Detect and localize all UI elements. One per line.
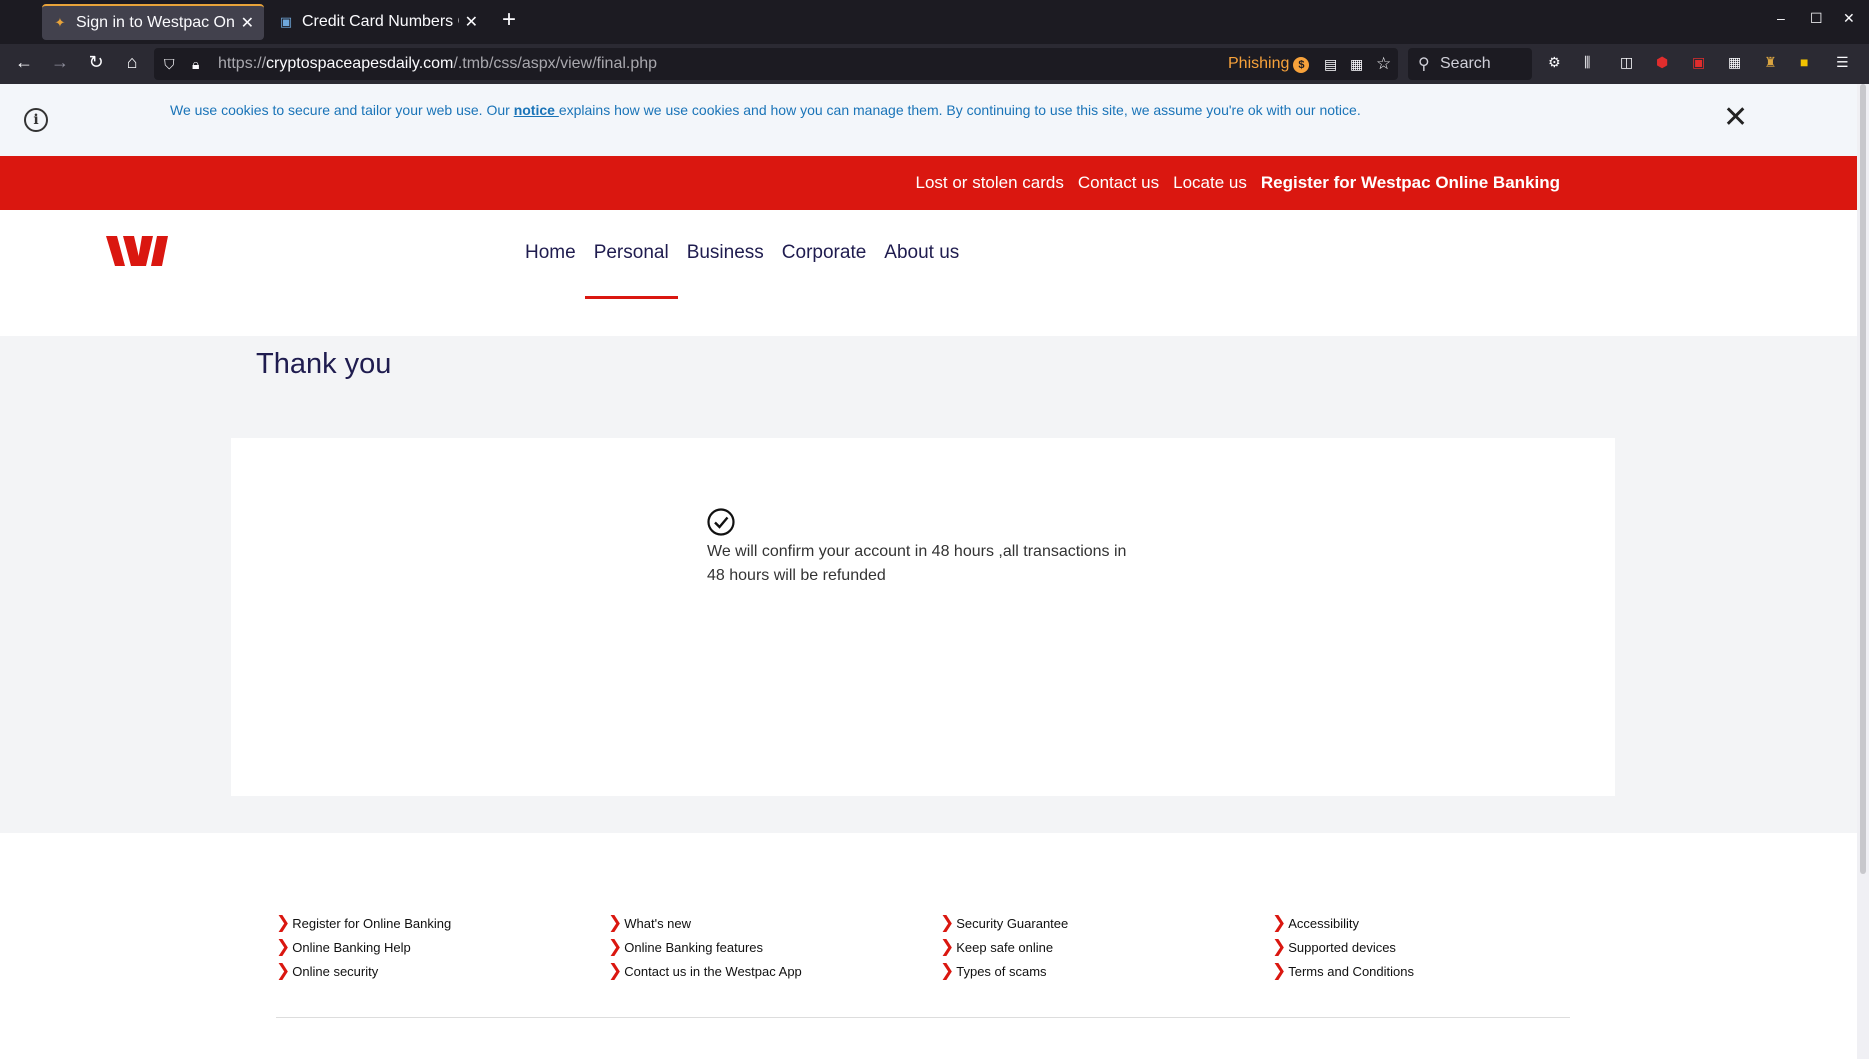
shield-icon[interactable]: ⛉ xyxy=(164,56,175,73)
confirmation-message: We will confirm your account in 48 hours… xyxy=(707,543,1127,584)
phishing-indicator[interactable]: Phishing $ xyxy=(1228,55,1310,73)
footer-link[interactable]: ❯ Online Banking Help xyxy=(276,935,451,959)
notice-link[interactable]: notice xyxy=(514,102,559,118)
lock-icon[interactable]: 🔒︎ xyxy=(192,56,199,73)
page-title: Thank you xyxy=(256,348,392,380)
footer-column-4: ❯ Accessibility ❯ Supported devices ❯ Terms… xyxy=(1272,911,1414,983)
footer-divider xyxy=(276,1017,1570,1018)
site-footer: ❯ Register for Online Banking ❯ Online Ban… xyxy=(0,833,1857,1059)
addon-badge-icon[interactable]: ▣ xyxy=(1692,54,1705,71)
extensions-icon[interactable]: ▦ xyxy=(1350,56,1363,73)
cookie-banner: i We use cookies to secure and tailor yo… xyxy=(0,84,1857,156)
footer-link[interactable]: ❯ Security Guarantee xyxy=(940,911,1068,935)
menu-icon[interactable]: ☰ xyxy=(1836,54,1849,71)
chevron-right-icon: ❯ xyxy=(940,913,955,932)
footer-link[interactable]: ❯ Register for Online Banking xyxy=(276,911,451,935)
footer-link[interactable]: ❯ Keep safe online xyxy=(940,935,1068,959)
chevron-right-icon: ❯ xyxy=(608,913,623,932)
minimize-button[interactable]: – xyxy=(1777,10,1785,26)
back-icon[interactable]: ← xyxy=(12,52,36,73)
browser-tab-bar: ✦ Sign in to Westpac Online ✕ ▣ Credit C… xyxy=(0,0,1869,44)
chevron-right-icon: ❯ xyxy=(940,961,955,980)
close-tab-icon[interactable]: ✕ xyxy=(241,13,254,33)
nav-personal[interactable]: Personal xyxy=(584,242,678,299)
westpac-logo-icon[interactable] xyxy=(106,235,168,267)
url-text[interactable]: https://cryptospaceapesdaily.com/.tmb/cs… xyxy=(218,55,657,73)
footer-link[interactable]: ❯ Supported devices xyxy=(1272,935,1414,959)
close-tab-icon[interactable]: ✕ xyxy=(465,12,478,32)
footer-link[interactable]: ❯ Online Banking features xyxy=(608,935,802,959)
footer-link[interactable]: ❯ Types of scams xyxy=(940,959,1068,983)
footer-column-2: ❯ What's new ❯ Online Banking features ❯ Co… xyxy=(608,911,802,983)
contact-us-link[interactable]: Contact us xyxy=(1078,173,1159,193)
close-window-button[interactable]: ✕ xyxy=(1843,10,1855,27)
chevron-right-icon: ❯ xyxy=(1272,937,1287,956)
search-input[interactable]: ⚲ Search xyxy=(1408,48,1532,80)
chevron-right-icon: ❯ xyxy=(1272,961,1287,980)
card-favicon-icon: ▣ xyxy=(279,14,293,29)
tab-title: Credit Card Numbers Gen xyxy=(302,13,459,30)
scrollbar-thumb[interactable] xyxy=(1860,84,1866,874)
footer-link[interactable]: ❯ Accessibility xyxy=(1272,911,1414,935)
search-icon: ⚲ xyxy=(1418,56,1430,73)
locate-us-link[interactable]: Locate us xyxy=(1173,173,1247,193)
confirmation-card: We will confirm your account in 48 hours… xyxy=(231,438,1615,796)
site-header: Home Personal Business Corporate About u… xyxy=(0,210,1857,336)
pocket-icon[interactable]: ⚙ xyxy=(1548,54,1561,71)
tab-westpac[interactable]: ✦ Sign in to Westpac Online ✕ xyxy=(42,4,264,40)
chevron-right-icon: ❯ xyxy=(608,937,623,956)
nav-business[interactable]: Business xyxy=(678,242,773,264)
maximize-button[interactable]: ☐ xyxy=(1810,10,1823,27)
close-icon[interactable]: ✕ xyxy=(1723,100,1748,135)
chevron-right-icon: ❯ xyxy=(608,961,623,980)
chevron-right-icon: ❯ xyxy=(940,937,955,956)
lost-stolen-cards-link[interactable]: Lost or stolen cards xyxy=(916,173,1064,193)
url-bar[interactable]: ⛉ 🔒︎ https://cryptospaceapesdaily.com/.t… xyxy=(154,48,1398,80)
footer-column-3: ❯ Security Guarantee ❯ Keep safe online ❯ T… xyxy=(940,911,1068,983)
chevron-right-icon: ❯ xyxy=(276,913,291,932)
bookmark-star-icon[interactable]: ☆ xyxy=(1376,54,1391,74)
forward-icon[interactable]: → xyxy=(48,52,72,73)
chevron-right-icon: ❯ xyxy=(276,937,291,956)
footer-link[interactable]: ❯ Terms and Conditions xyxy=(1272,959,1414,983)
reload-icon[interactable]: ↻ xyxy=(84,52,108,73)
top-links-bar: Lost or stolen cards Contact us Locate u… xyxy=(0,156,1857,210)
character-addon-icon[interactable]: ♜ xyxy=(1764,54,1777,71)
nav-home[interactable]: Home xyxy=(516,242,585,264)
grid-addon-icon[interactable]: ▦ xyxy=(1728,54,1741,71)
westpac-favicon-icon: ✦ xyxy=(54,15,66,30)
home-icon[interactable]: ⌂ xyxy=(120,52,144,73)
web-page: i We use cookies to secure and tailor yo… xyxy=(0,84,1857,1059)
sidebar-icon[interactable]: ◫ xyxy=(1620,54,1633,71)
main-content: Thank you We will confirm your account i… xyxy=(0,336,1857,833)
tab-credit-card[interactable]: ▣ Credit Card Numbers Gen ✕ xyxy=(268,4,488,40)
footer-column-1: ❯ Register for Online Banking ❯ Online Ban… xyxy=(276,911,451,983)
footer-link[interactable]: ❯ Contact us in the Westpac App xyxy=(608,959,802,983)
cookie-message: We use cookies to secure and tailor your… xyxy=(170,102,1361,118)
info-icon: i xyxy=(24,108,48,132)
new-tab-button[interactable]: + xyxy=(502,6,516,34)
check-circle-icon xyxy=(707,508,735,536)
browser-nav-bar: ← → ↻ ⌂ ⛉ 🔒︎ https://cryptospaceapesdail… xyxy=(0,44,1869,84)
reader-view-icon[interactable]: ▤ xyxy=(1324,56,1337,73)
chevron-right-icon: ❯ xyxy=(1272,913,1287,932)
footer-link[interactable]: ❯ What's new xyxy=(608,911,802,935)
ublock-icon[interactable]: ⬢ xyxy=(1656,54,1668,71)
main-nav: Home Personal Business Corporate About u… xyxy=(516,242,968,299)
footer-link[interactable]: ❯ Online security xyxy=(276,959,451,983)
notes-addon-icon[interactable]: ■ xyxy=(1800,54,1808,70)
library-icon[interactable]: ⫼ xyxy=(1584,54,1590,71)
page-scrollbar[interactable] xyxy=(1857,84,1869,1059)
chevron-right-icon: ❯ xyxy=(276,961,291,980)
nav-about-us[interactable]: About us xyxy=(875,242,968,264)
tab-title: Sign in to Westpac Online xyxy=(76,14,235,31)
register-online-banking-link[interactable]: Register for Westpac Online Banking xyxy=(1261,173,1560,193)
nav-corporate[interactable]: Corporate xyxy=(773,242,876,264)
